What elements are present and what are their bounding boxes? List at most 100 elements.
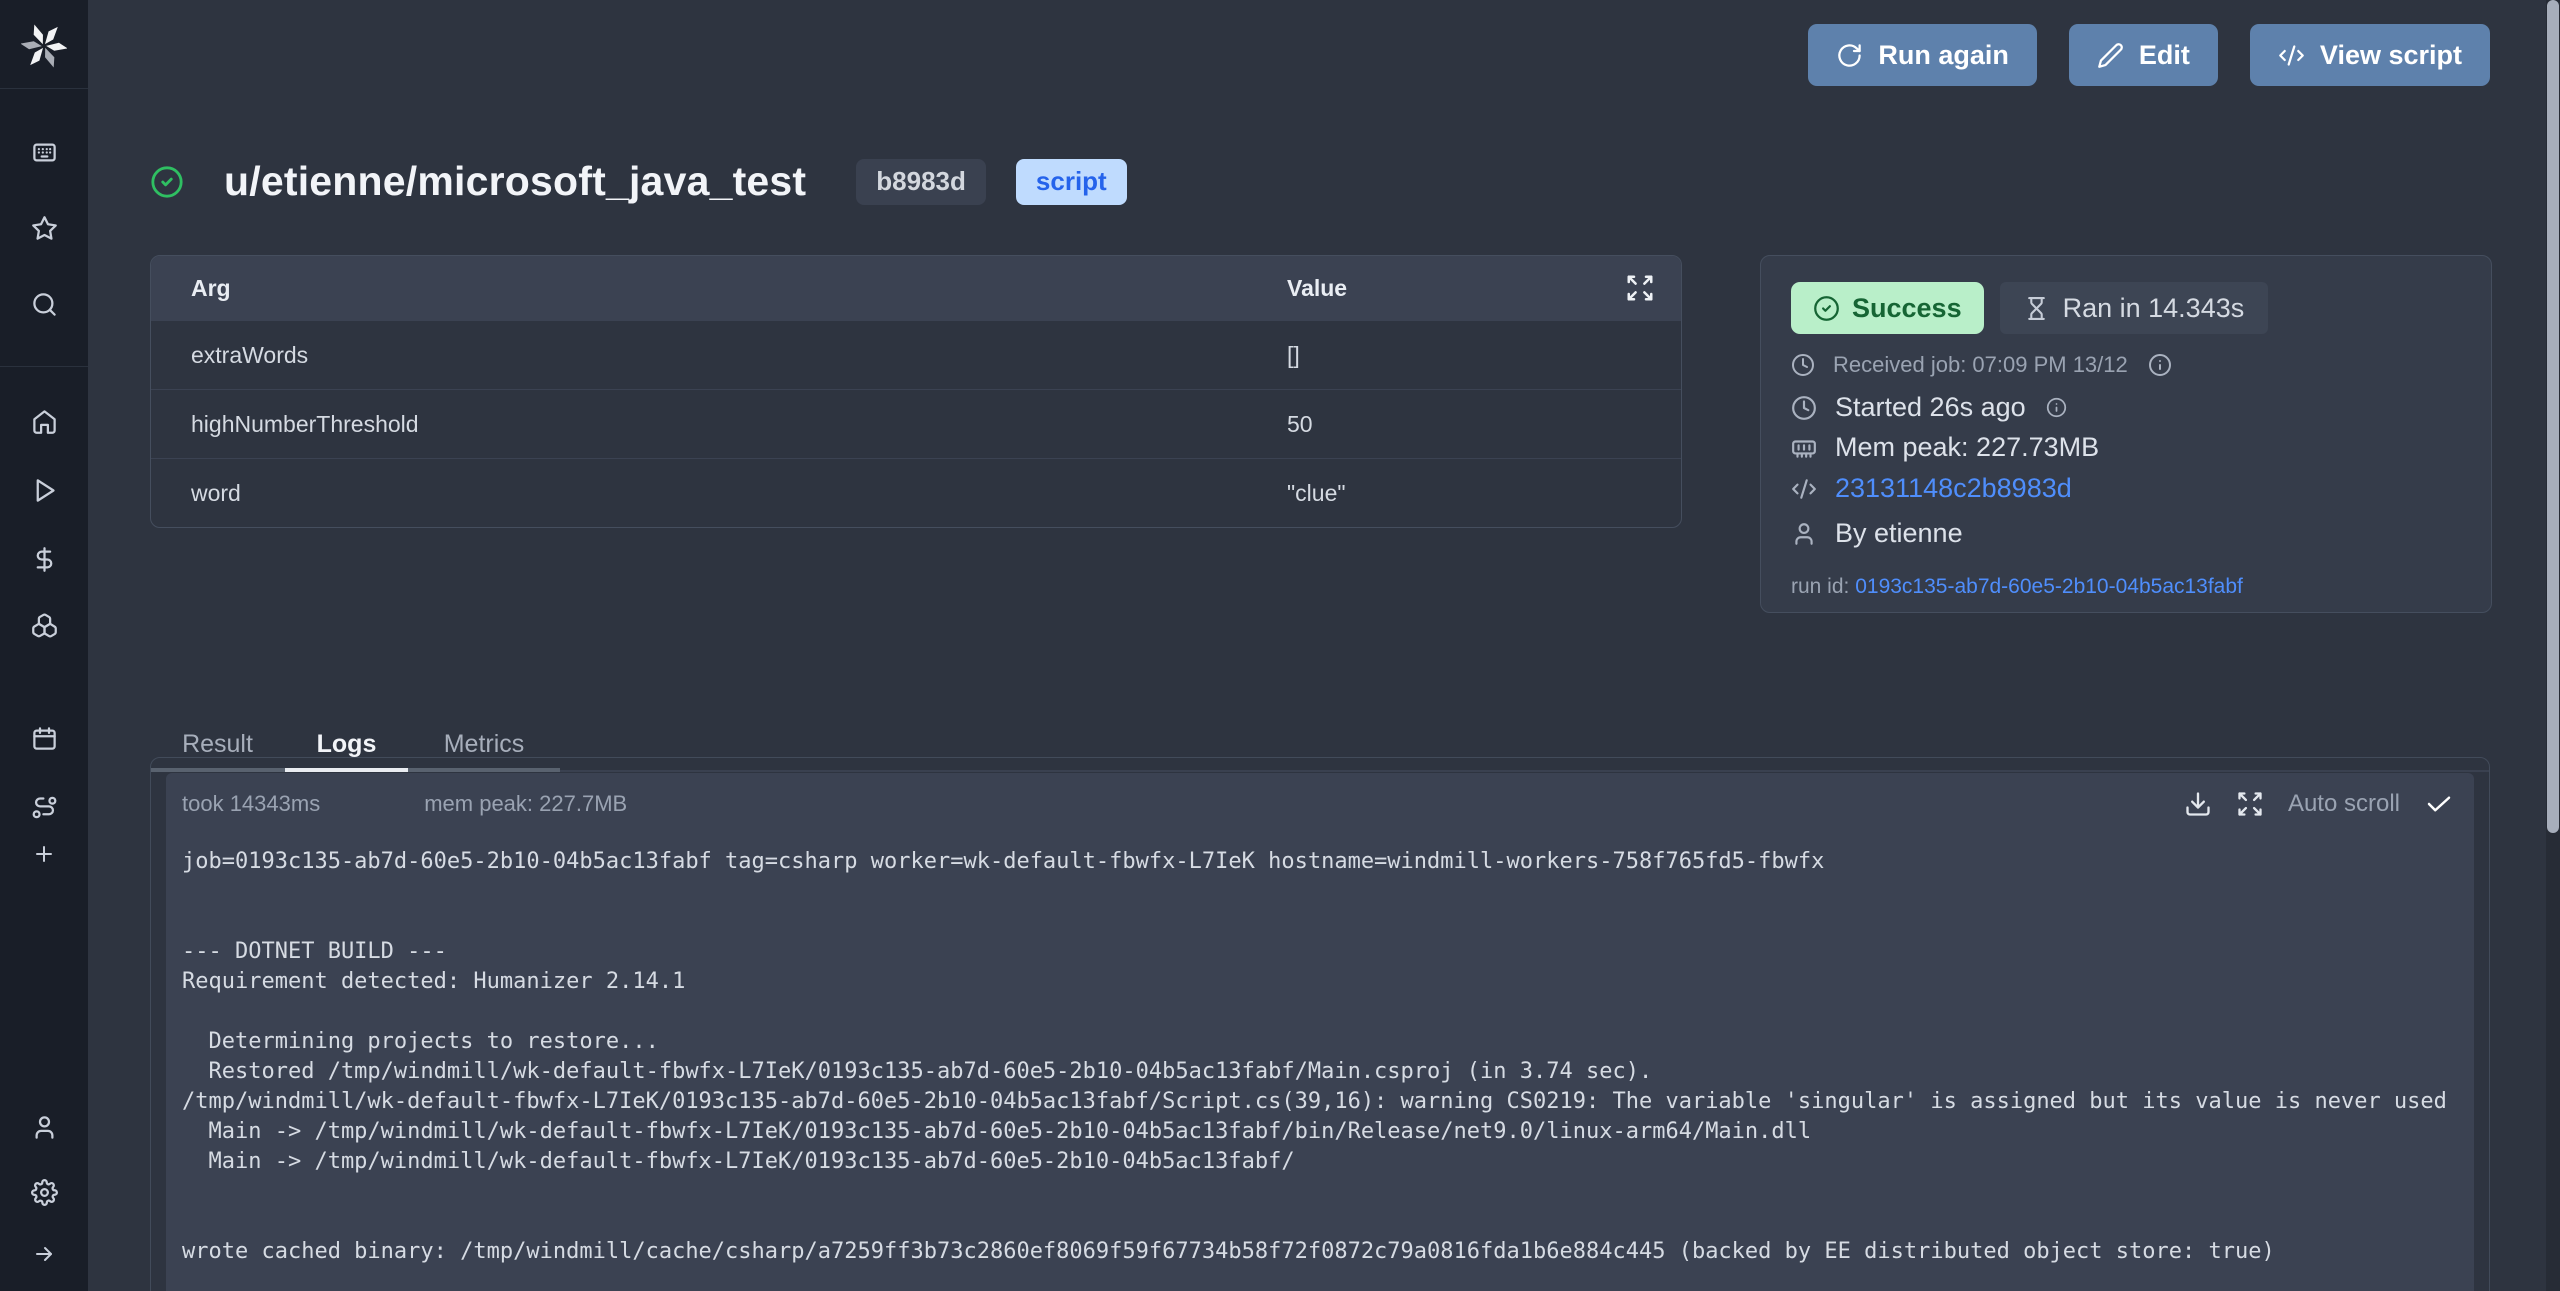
arg-name: word [151, 480, 1247, 507]
log-content: job=0193c135-ab7d-60e5-2b10-04b5ac13fabf… [182, 847, 2458, 1267]
sidebar-item-favorites[interactable] [22, 206, 66, 250]
log-header: took 14343ms mem peak: 227.7MB Auto scro… [166, 773, 2474, 835]
sidebar-item-add[interactable] [22, 832, 66, 876]
log-body[interactable]: job=0193c135-ab7d-60e5-2b10-04b5ac13fabf… [166, 835, 2474, 1279]
user-icon [31, 1114, 58, 1141]
status-label: Success [1852, 293, 1962, 324]
schedules-icon [31, 725, 58, 752]
arg-value: [] [1247, 342, 1681, 369]
sidebar-item-variables[interactable] [22, 537, 66, 581]
auto-scroll-label: Auto scroll [2288, 790, 2400, 818]
arg-name: highNumberThreshold [151, 411, 1247, 438]
expand-logs-icon[interactable] [2236, 790, 2264, 818]
mem-peak-row: Mem peak: 227.73MB [1791, 432, 2461, 463]
info-icon[interactable] [2046, 397, 2067, 418]
sidebar-item-resources[interactable] [22, 603, 66, 647]
log-mem-peak: mem peak: 227.7MB [424, 791, 627, 817]
expand-sidebar-icon [32, 1242, 56, 1266]
mem-peak-label: Mem peak: 227.73MB [1835, 432, 2099, 463]
code-icon [2278, 42, 2305, 69]
view-script-label: View script [2320, 40, 2462, 71]
settings-icon [31, 1179, 58, 1206]
home-icon [31, 408, 58, 435]
args-table-header: Arg Value [151, 256, 1681, 320]
clock-icon [1791, 395, 1817, 421]
view-script-button[interactable]: View script [2250, 24, 2490, 86]
arg-value: "clue" [1247, 480, 1681, 507]
check-circle-icon [1813, 295, 1840, 322]
scrollbar-thumb[interactable] [2547, 0, 2559, 833]
log-duration: took 14343ms [182, 791, 320, 817]
duration-label: Ran in 14.343s [2063, 293, 2245, 324]
sidebar-item-search[interactable] [22, 282, 66, 326]
author-label: By etienne [1835, 518, 1963, 549]
add-icon [32, 842, 56, 866]
script-hash-link[interactable]: 23131148c2b8983d [1835, 473, 2072, 504]
run-id-link[interactable]: 0193c135-ab7d-60e5-2b10-04b5ac13fabf [1855, 575, 2243, 598]
memory-icon [1791, 435, 1817, 461]
sidebar-item-schedules[interactable] [22, 716, 66, 760]
received-label: Received job: 07:09 PM 13/12 [1833, 352, 2128, 378]
table-row[interactable]: extraWords [] [151, 320, 1681, 389]
status-panel: Success Ran in 14.343s Received job: 07:… [1760, 255, 2492, 613]
sidebar-item-routes[interactable] [22, 785, 66, 829]
pencil-icon [2097, 42, 2124, 69]
run-id-label: run id: [1791, 575, 1849, 598]
script-hash-row: 23131148c2b8983d [1791, 473, 2461, 504]
code-icon [1791, 476, 1817, 502]
routes-icon [31, 794, 58, 821]
sidebar-item-settings[interactable] [22, 1170, 66, 1214]
hash-badge[interactable]: b8983d [856, 159, 986, 205]
col-arg: Arg [151, 275, 1247, 302]
edit-label: Edit [2139, 40, 2190, 71]
favorites-icon [31, 215, 58, 242]
apps-icon [31, 139, 58, 166]
sidebar-divider [0, 366, 88, 367]
arg-name: extraWords [151, 342, 1247, 369]
sidebar-item-user[interactable] [22, 1105, 66, 1149]
status-badge: Success [1791, 282, 1984, 334]
sidebar [0, 0, 88, 1291]
table-row[interactable]: highNumberThreshold 50 [151, 389, 1681, 458]
log-panel: took 14343ms mem peak: 227.7MB Auto scro… [150, 757, 2490, 1291]
log-inner: took 14343ms mem peak: 227.7MB Auto scro… [166, 773, 2474, 1291]
refresh-icon [1836, 42, 1863, 69]
received-row: Received job: 07:09 PM 13/12 [1791, 352, 2461, 378]
run-id-row: run id: 0193c135-ab7d-60e5-2b10-04b5ac13… [1791, 575, 2461, 599]
table-row[interactable]: word "clue" [151, 458, 1681, 527]
args-table: Arg Value extraWords [] highNumberThresh… [150, 255, 1682, 528]
clock-icon [1791, 353, 1815, 377]
app-root: Run again Edit View script u/etienne/mic… [0, 0, 2560, 1291]
sidebar-item-runs[interactable] [22, 468, 66, 512]
started-label: Started 26s ago [1835, 392, 2026, 423]
duration-chip: Ran in 14.343s [2000, 282, 2269, 334]
expand-args-icon[interactable] [1625, 273, 1655, 303]
info-icon[interactable] [2148, 353, 2172, 377]
author-row: By etienne [1791, 518, 2461, 549]
search-icon [31, 291, 58, 318]
title-row: u/etienne/microsoft_java_test b8983d scr… [150, 158, 1127, 205]
sidebar-item-expand-sidebar[interactable] [22, 1232, 66, 1276]
script-type-badge[interactable]: script [1016, 159, 1127, 205]
page-title: u/etienne/microsoft_java_test [224, 158, 806, 205]
user-icon [1791, 521, 1817, 547]
col-value: Value [1247, 275, 1681, 302]
windmill-logo-icon[interactable] [21, 23, 67, 69]
hourglass-icon [2024, 296, 2049, 321]
action-buttons: Run again Edit View script [1808, 24, 2490, 86]
success-check-icon [150, 165, 184, 199]
run-again-button[interactable]: Run again [1808, 24, 2037, 86]
edit-button[interactable]: Edit [2069, 24, 2218, 86]
download-logs-icon[interactable] [2184, 790, 2212, 818]
sidebar-item-apps[interactable] [22, 130, 66, 174]
variables-icon [31, 546, 58, 573]
page-scrollbar[interactable] [2546, 0, 2560, 1291]
arg-value: 50 [1247, 411, 1681, 438]
started-row: Started 26s ago [1791, 392, 2461, 423]
auto-scroll-checkbox[interactable] [2424, 789, 2454, 819]
runs-icon [31, 477, 58, 504]
sidebar-divider [0, 88, 88, 89]
run-again-label: Run again [1878, 40, 2009, 71]
resources-icon [31, 612, 58, 639]
sidebar-item-home[interactable] [22, 399, 66, 443]
